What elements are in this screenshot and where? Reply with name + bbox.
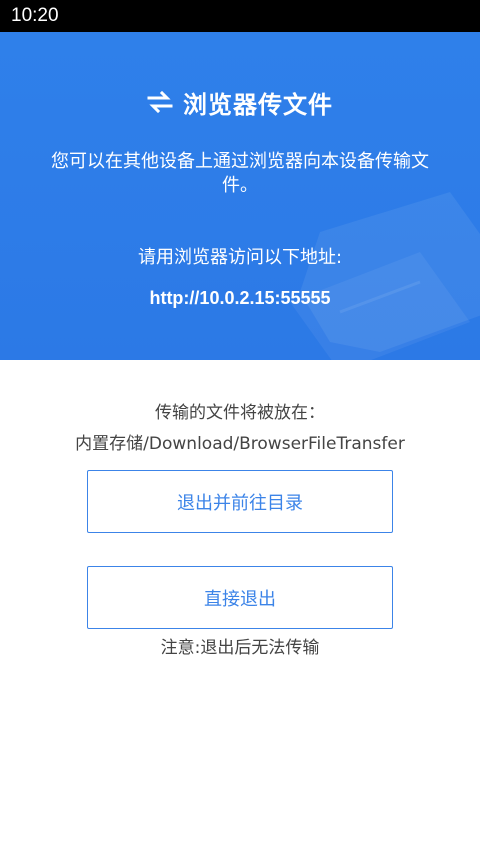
- hero-title: 浏览器传文件: [0, 84, 480, 120]
- status-time: 10:20: [11, 5, 59, 26]
- status-bar: 10:20: [0, 0, 480, 32]
- exit-button[interactable]: 直接退出: [87, 566, 393, 629]
- hero-banner: 浏览器传文件 您可以在其他设备上通过浏览器向本设备传输文件。 请用浏览器访问以下…: [0, 32, 480, 360]
- server-url: http://10.0.2.15:55555: [149, 288, 331, 308]
- exit-and-open-folder-label: 退出并前往目录: [177, 492, 303, 514]
- save-location-label: 传输的文件将被放在：: [155, 403, 325, 423]
- save-location-path: 内置存储/Download/BrowserFileTransfer: [75, 434, 405, 454]
- exit-and-open-folder-button[interactable]: 退出并前往目录: [87, 470, 393, 533]
- hero-description: 您可以在其他设备上通过浏览器向本设备传输文件。: [51, 151, 429, 196]
- exit-warning-note: 注意:退出后无法传输: [160, 638, 320, 658]
- page-title: 浏览器传文件: [183, 90, 333, 119]
- transfer-arrows-icon: [147, 91, 173, 113]
- laptop-watermark-icon: [290, 192, 480, 360]
- visit-instruction: 请用浏览器访问以下地址:: [137, 247, 343, 268]
- exit-button-label: 直接退出: [204, 588, 276, 610]
